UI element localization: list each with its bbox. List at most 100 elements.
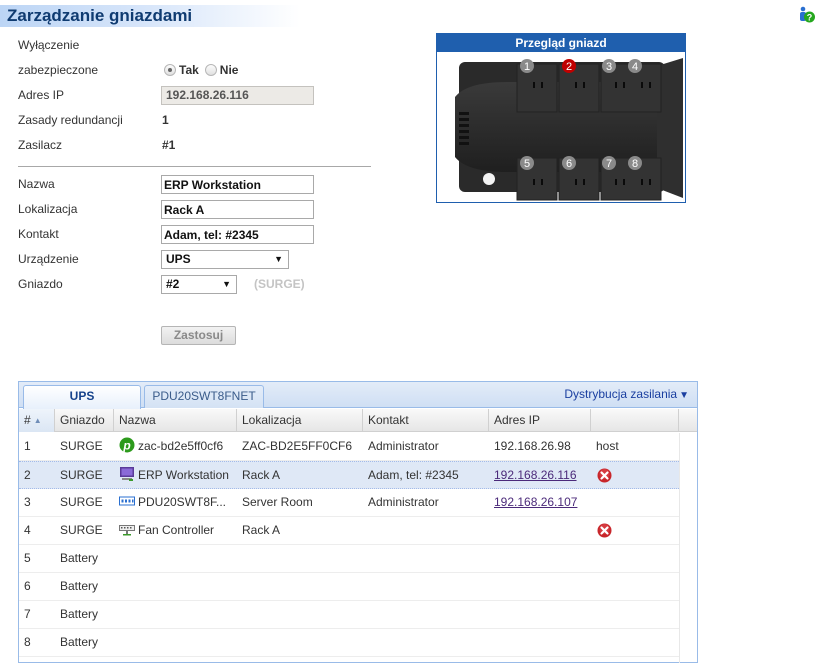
outlet-select-value: #2 — [166, 277, 180, 291]
power-button-icon — [483, 173, 495, 185]
table-row[interactable]: 7 Battery — [19, 601, 679, 629]
ip-address-field: 192.168.26.116 — [161, 86, 314, 105]
column-header-location[interactable]: Lokalizacja — [237, 409, 363, 432]
column-header-actions[interactable] — [591, 409, 679, 432]
outlet-select[interactable]: #2 ▼ — [161, 275, 237, 294]
cell-contact — [363, 517, 489, 544]
cell-extra — [591, 601, 679, 628]
cell-location: ZAC-BD2E5FF0CF6 — [242, 439, 353, 453]
column-header-number[interactable]: # ▲ — [19, 409, 55, 432]
location-input[interactable] — [161, 200, 314, 219]
cell-outlet: SURGE — [60, 495, 103, 509]
cell-name — [114, 601, 237, 628]
cell-number: 8 — [24, 635, 31, 649]
radio-nie-label[interactable]: Nie — [220, 63, 239, 77]
cell-name — [114, 573, 237, 600]
psu-value: #1 — [162, 138, 176, 152]
grid-scroll-gutter[interactable] — [679, 433, 680, 663]
contact-input[interactable] — [161, 225, 314, 244]
cell-location — [237, 629, 363, 656]
device-select[interactable]: UPS ▼ — [161, 250, 289, 269]
psu-label: Zasilacz — [18, 138, 63, 152]
column-header-contact[interactable]: Kontakt — [363, 409, 489, 432]
cell-ip — [489, 629, 591, 656]
shutdown-label-2: zabezpieczone — [18, 63, 99, 77]
cell-outlet: SURGE — [60, 468, 103, 482]
cell-number: 4 — [24, 523, 31, 537]
name-input[interactable] — [161, 175, 314, 194]
cell-extra — [591, 545, 679, 572]
cell-outlet: SURGE — [60, 523, 103, 537]
table-row[interactable]: 8 Battery — [19, 629, 679, 657]
cell-ip: 192.168.26.107 — [489, 489, 591, 516]
power-distribution-menu[interactable]: Dystrybucja zasilania ▼ — [564, 387, 689, 401]
ip-link[interactable]: 192.168.26.107 — [494, 495, 577, 509]
contact-label: Kontakt — [18, 227, 59, 241]
cell-ip — [489, 601, 591, 628]
device-row: Urządzenie UPS ▼ — [18, 249, 378, 269]
tab-ups[interactable]: UPS — [23, 385, 141, 409]
cell-location: Rack A — [242, 468, 281, 482]
cell-contact — [363, 629, 489, 656]
cell-name — [114, 545, 237, 572]
cell-outlet: Battery — [60, 635, 99, 649]
caret-down-icon: ▼ — [679, 390, 689, 401]
grid-tabstrip: UPS PDU20SWT8FNET Dystrybucja zasilania ▼ — [19, 382, 697, 409]
cell-contact — [363, 573, 489, 600]
page-title: Zarządzanie gniazdami — [7, 6, 193, 25]
radio-tak[interactable] — [164, 64, 176, 76]
tab-pdu20swt8fnet[interactable]: PDU20SWT8FNET — [144, 385, 264, 408]
delete-icon[interactable] — [597, 468, 612, 483]
location-label: Lokalizacja — [18, 202, 78, 216]
table-row[interactable]: 5 Battery — [19, 545, 679, 573]
outlet-number-3: 3 — [606, 61, 612, 73]
table-row[interactable]: 2 SURGE ERP Workstation Rack A Adam, tel: #2… — [19, 461, 679, 489]
network-device-icon — [119, 520, 135, 536]
table-row[interactable]: 4 SURGE Fan Controller Rack A — [19, 517, 679, 545]
cell-name-text: zac-bd2e5ff0cf6 — [138, 439, 224, 453]
cell-ip — [489, 573, 591, 600]
help-user-question-icon[interactable]: ? — [798, 6, 816, 24]
name-label: Nazwa — [18, 177, 55, 191]
cell-location — [237, 573, 363, 600]
radio-nie[interactable] — [204, 64, 217, 76]
cell-name-text: ERP Workstation — [138, 468, 229, 482]
psu-row: Zasilacz #1 — [18, 135, 378, 155]
form-divider — [18, 166, 371, 167]
column-header-outlet[interactable]: Gniazdo — [55, 409, 114, 432]
cell-extra — [591, 489, 679, 516]
cell-outlet: Battery — [60, 607, 99, 621]
cell-name-text: PDU20SWT8F... — [138, 495, 227, 509]
cell-name — [114, 629, 237, 656]
table-row[interactable]: 6 Battery — [19, 573, 679, 601]
location-row: Lokalizacja — [18, 199, 378, 219]
cell-location: Rack A — [242, 523, 281, 537]
shutdown-protected-options-row: zabezpieczone Tak Nie — [18, 60, 378, 80]
device-select-value: UPS — [166, 252, 191, 266]
cell-location — [237, 545, 363, 572]
delete-icon[interactable] — [597, 523, 612, 538]
table-row[interactable]: 3 SURGE PDU20SWT8F... Server Room Administra… — [19, 489, 679, 517]
cell-number: 5 — [24, 551, 31, 565]
p-agent-icon: p — [119, 436, 135, 453]
radio-tak-label[interactable]: Tak — [179, 63, 199, 77]
column-header-ip[interactable]: Adres IP — [489, 409, 591, 432]
ip-link[interactable]: 192.168.26.116 — [494, 468, 577, 482]
cell-outlet: SURGE — [60, 439, 103, 453]
cell-ip: 192.168.26.116 — [489, 462, 591, 489]
cell-contact: Adam, tel: #2345 — [368, 468, 459, 482]
redundancy-row: Zasady redundancji 1 — [18, 110, 378, 130]
outlet-number-2: 2 — [566, 61, 572, 73]
table-row[interactable]: 1 SURGE p zac-bd2e5ff0cf6 ZAC-BD2E5FF0CF6 Adm… — [19, 433, 679, 461]
redundancy-label: Zasady redundancji — [18, 113, 123, 127]
svg-text:p: p — [122, 439, 130, 453]
outlet-row: Gniazdo #2 ▼ (SURGE) — [18, 274, 378, 294]
grid-header: # ▲ Gniazdo Nazwa Lokalizacja Kontakt Adr… — [19, 409, 697, 432]
cell-number: 2 — [24, 468, 31, 482]
chevron-down-icon: ▼ — [222, 279, 231, 289]
apply-button[interactable]: Zastosuj — [161, 326, 236, 345]
column-header-name[interactable]: Nazwa — [114, 409, 237, 432]
cell-extra: host — [596, 439, 619, 453]
workstation-icon — [119, 465, 135, 481]
outlet-number-6: 6 — [566, 158, 572, 170]
